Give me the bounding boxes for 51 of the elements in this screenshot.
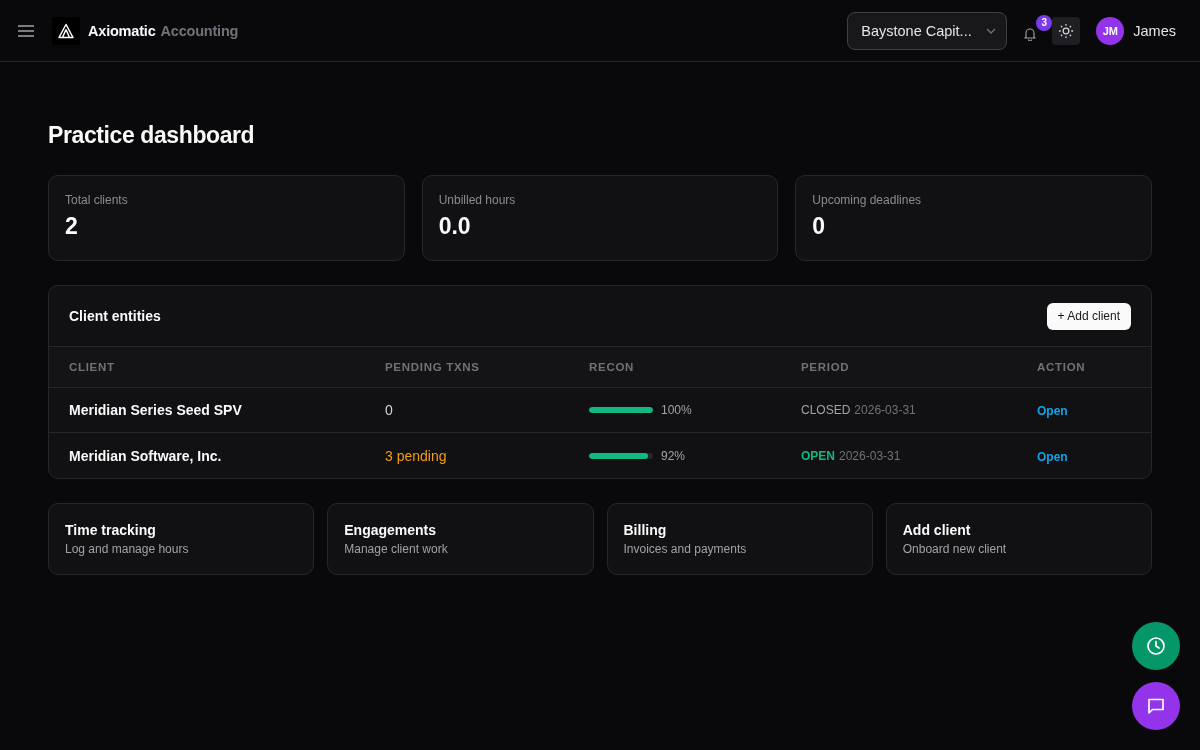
notification-count: 3 xyxy=(1036,14,1053,31)
quick-link-card[interactable]: Billing Invoices and payments xyxy=(606,503,873,575)
quick-link-card[interactable]: Time tracking Log and manage hours xyxy=(48,503,315,575)
column-header: CLIENT xyxy=(69,361,116,373)
user-name: James xyxy=(1133,22,1176,39)
quick-link-title: Time tracking xyxy=(65,522,156,539)
open-link[interactable]: Open xyxy=(1037,404,1068,418)
quick-link-card[interactable]: Add client Onboard new client xyxy=(885,503,1152,575)
product-name: Accounting xyxy=(160,22,239,39)
column-header: PERIOD xyxy=(801,361,851,373)
period-status: OPEN xyxy=(801,448,835,463)
quick-link-card[interactable]: Engagements Manage client work xyxy=(327,503,594,575)
add-client-button[interactable]: + Add client xyxy=(1046,302,1131,330)
sun-icon[interactable] xyxy=(1052,16,1081,45)
user-avatar[interactable]: JM xyxy=(1096,16,1125,45)
quick-link-subtitle: Onboard new client xyxy=(902,542,1007,557)
open-link[interactable]: Open xyxy=(1037,449,1068,464)
quick-link-subtitle: Log and manage hours xyxy=(65,542,189,557)
quick-link-title: Add client xyxy=(902,522,971,539)
recon-percent: 100% xyxy=(661,403,692,417)
stat-value: 0.0 xyxy=(438,212,471,240)
client-name: Meridian Series Seed SPV xyxy=(69,402,243,418)
recon-percent: 92% xyxy=(661,448,686,463)
stat-label: Unbilled hours xyxy=(438,193,516,208)
column-header: RECON xyxy=(589,361,636,373)
period-date: 2026-03-31 xyxy=(854,403,916,417)
period-status: CLOSED xyxy=(801,403,851,417)
column-header: ACTION xyxy=(1037,361,1087,373)
page-title: Practice dashboard xyxy=(48,121,255,150)
pending-count: 3 pending xyxy=(385,447,448,464)
chevron-down-icon xyxy=(986,27,997,34)
entity-select[interactable]: Baystone Capit... xyxy=(847,11,1008,50)
period-date: 2026-03-31 xyxy=(839,448,901,463)
bell-icon[interactable] xyxy=(1023,26,1038,41)
column-header: PENDING TXNS xyxy=(385,361,481,373)
stat-value: 2 xyxy=(65,212,78,240)
logo-icon xyxy=(52,16,80,45)
quick-link-title: Engagements xyxy=(344,522,437,539)
pending-count: 0 xyxy=(385,402,394,418)
table-title: Client entities xyxy=(69,308,161,324)
quick-link-subtitle: Invoices and payments xyxy=(623,542,747,557)
stat-label: Total clients xyxy=(65,193,128,208)
brand-name: Axiomatic xyxy=(88,22,156,39)
quick-link-subtitle: Manage client work xyxy=(344,542,448,557)
client-name: Meridian Software, Inc. xyxy=(69,447,223,464)
clock-icon[interactable] xyxy=(1132,622,1180,670)
quick-link-title: Billing xyxy=(623,522,667,539)
stat-label: Upcoming deadlines xyxy=(812,193,922,208)
stat-value: 0 xyxy=(812,212,826,240)
chat-icon[interactable] xyxy=(1132,682,1180,730)
menu-icon[interactable] xyxy=(18,24,34,37)
